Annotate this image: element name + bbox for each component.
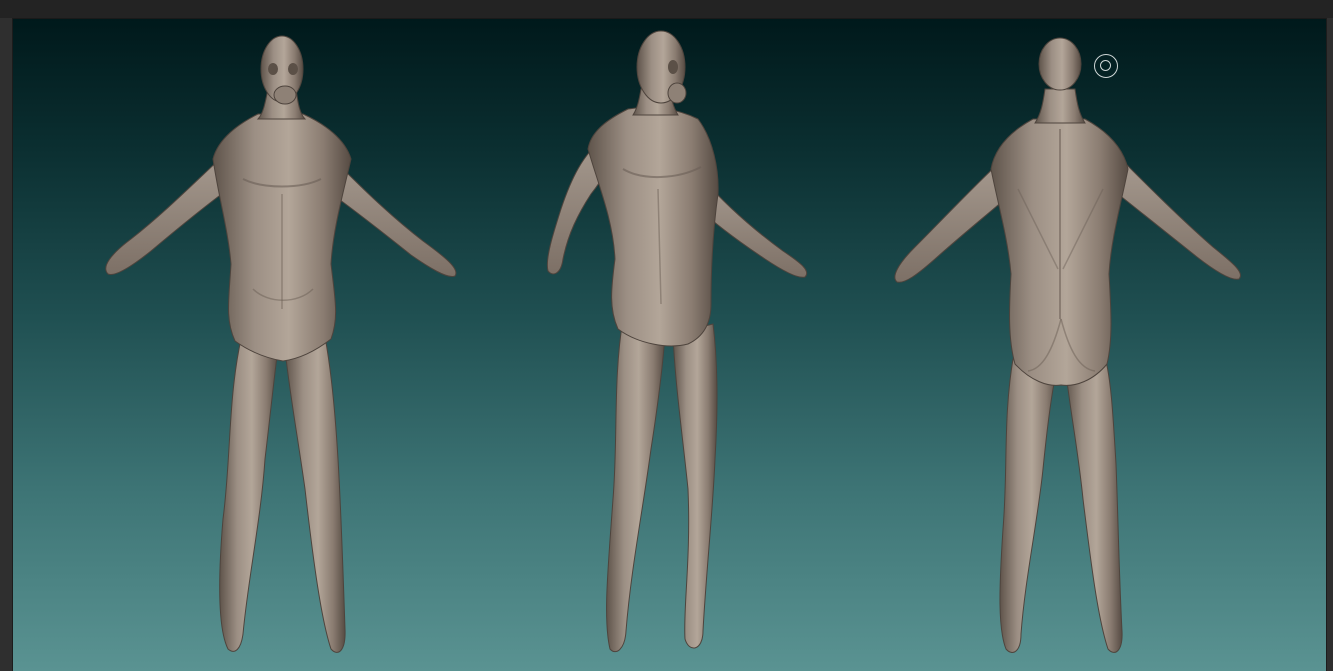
right-tray[interactable] — [1326, 18, 1333, 671]
sculpt-canvas[interactable] — [13, 19, 1326, 671]
3d-viewport[interactable] — [13, 19, 1326, 671]
model-back-view[interactable] — [894, 37, 1241, 653]
brush-circle-icon — [1094, 54, 1118, 78]
model-three-quarter-view[interactable] — [546, 30, 808, 653]
model-front-view[interactable] — [105, 35, 457, 653]
top-toolbar — [0, 0, 1333, 19]
app-window — [0, 0, 1333, 671]
left-tray[interactable] — [0, 18, 13, 671]
